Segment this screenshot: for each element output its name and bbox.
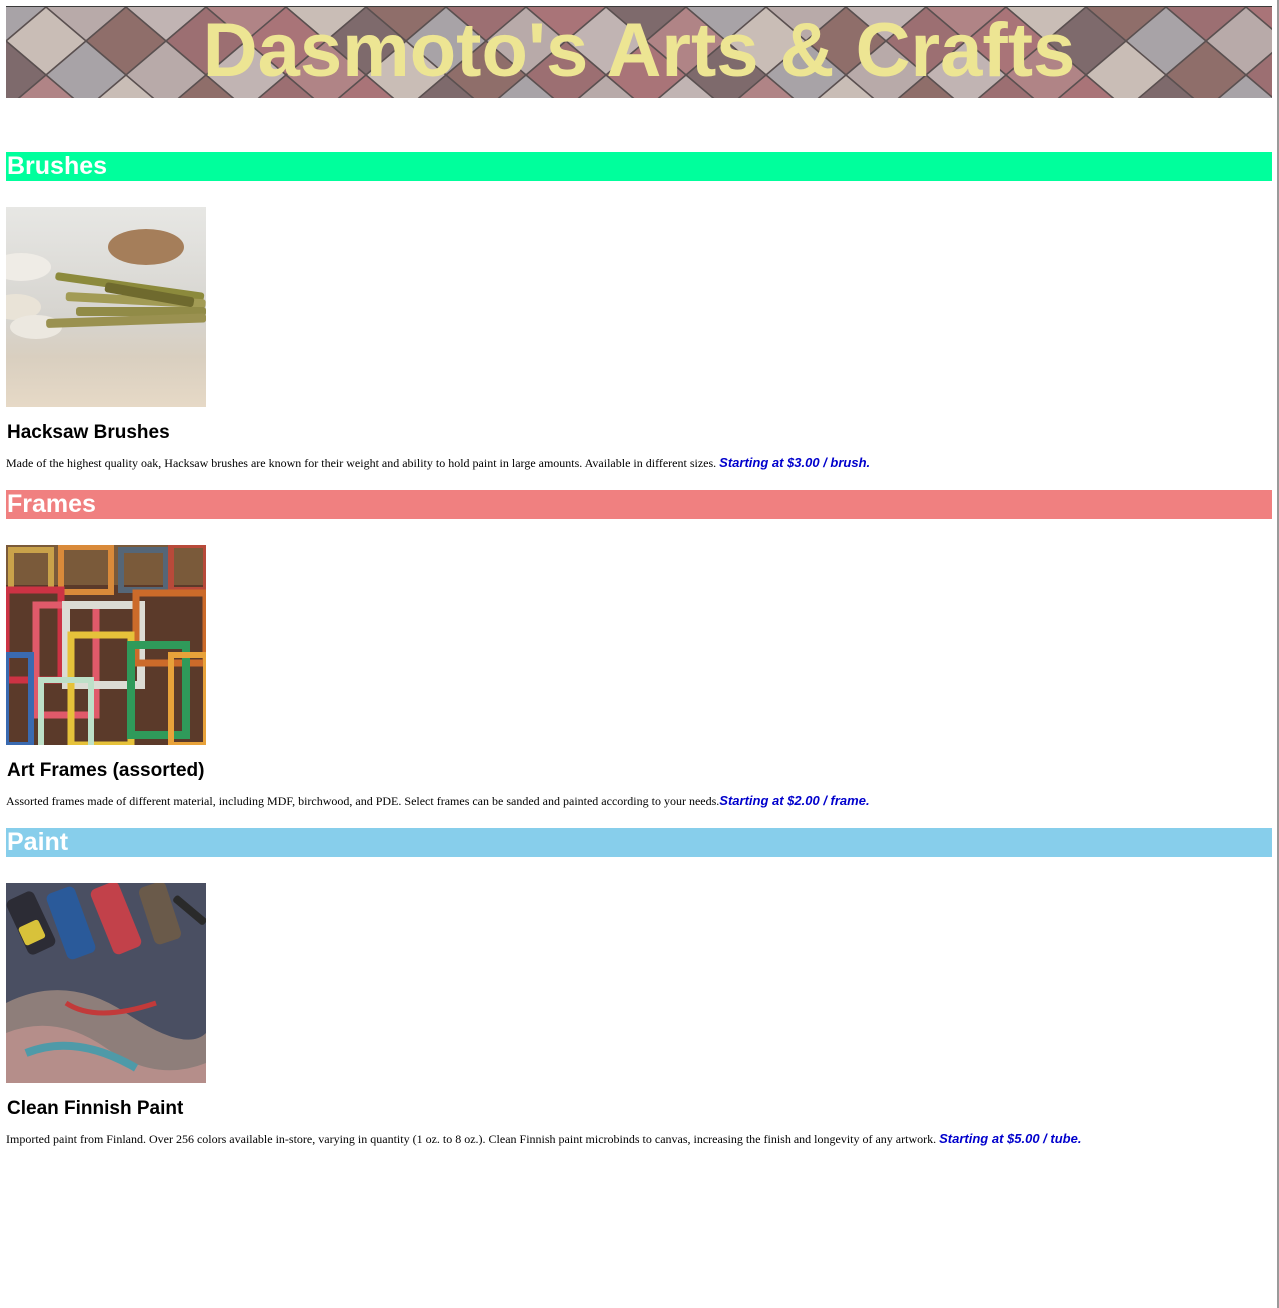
price-frames: Starting at $2.00 / frame. [719,793,870,808]
product-title-frames: Art Frames (assorted) [7,760,205,781]
header-banner: Dasmoto's Arts & Crafts [6,6,1272,98]
description-text: Assorted frames made of different materi… [6,794,720,808]
brushes-photo [6,207,206,407]
site-title: Dasmoto's Arts & Crafts [202,8,1076,93]
paint-photo [6,883,206,1083]
product-title-paint: Clean Finnish Paint [7,1098,184,1119]
price-paint: Starting at $5.00 / tube. [939,1131,1082,1146]
section-heading-frames: Frames [6,490,1272,519]
section-heading-paint: Paint [6,828,1272,857]
frames-photo [6,545,206,745]
section-heading-brushes: Brushes [6,152,1272,181]
product-description-frames: Assorted frames made of different materi… [6,793,1272,809]
product-description-brushes: Made of the highest quality oak, Hacksaw… [6,455,1272,471]
description-text: Imported paint from Finland. Over 256 co… [6,1132,937,1146]
product-description-paint: Imported paint from Finland. Over 256 co… [6,1131,1272,1147]
product-title-brushes: Hacksaw Brushes [7,422,170,443]
price-brushes: Starting at $3.00 / brush. [719,455,871,470]
page-content: Dasmoto's Arts & Crafts Brushes Hacksaw … [6,6,1272,1147]
description-text: Made of the highest quality oak, Hacksaw… [6,456,717,470]
